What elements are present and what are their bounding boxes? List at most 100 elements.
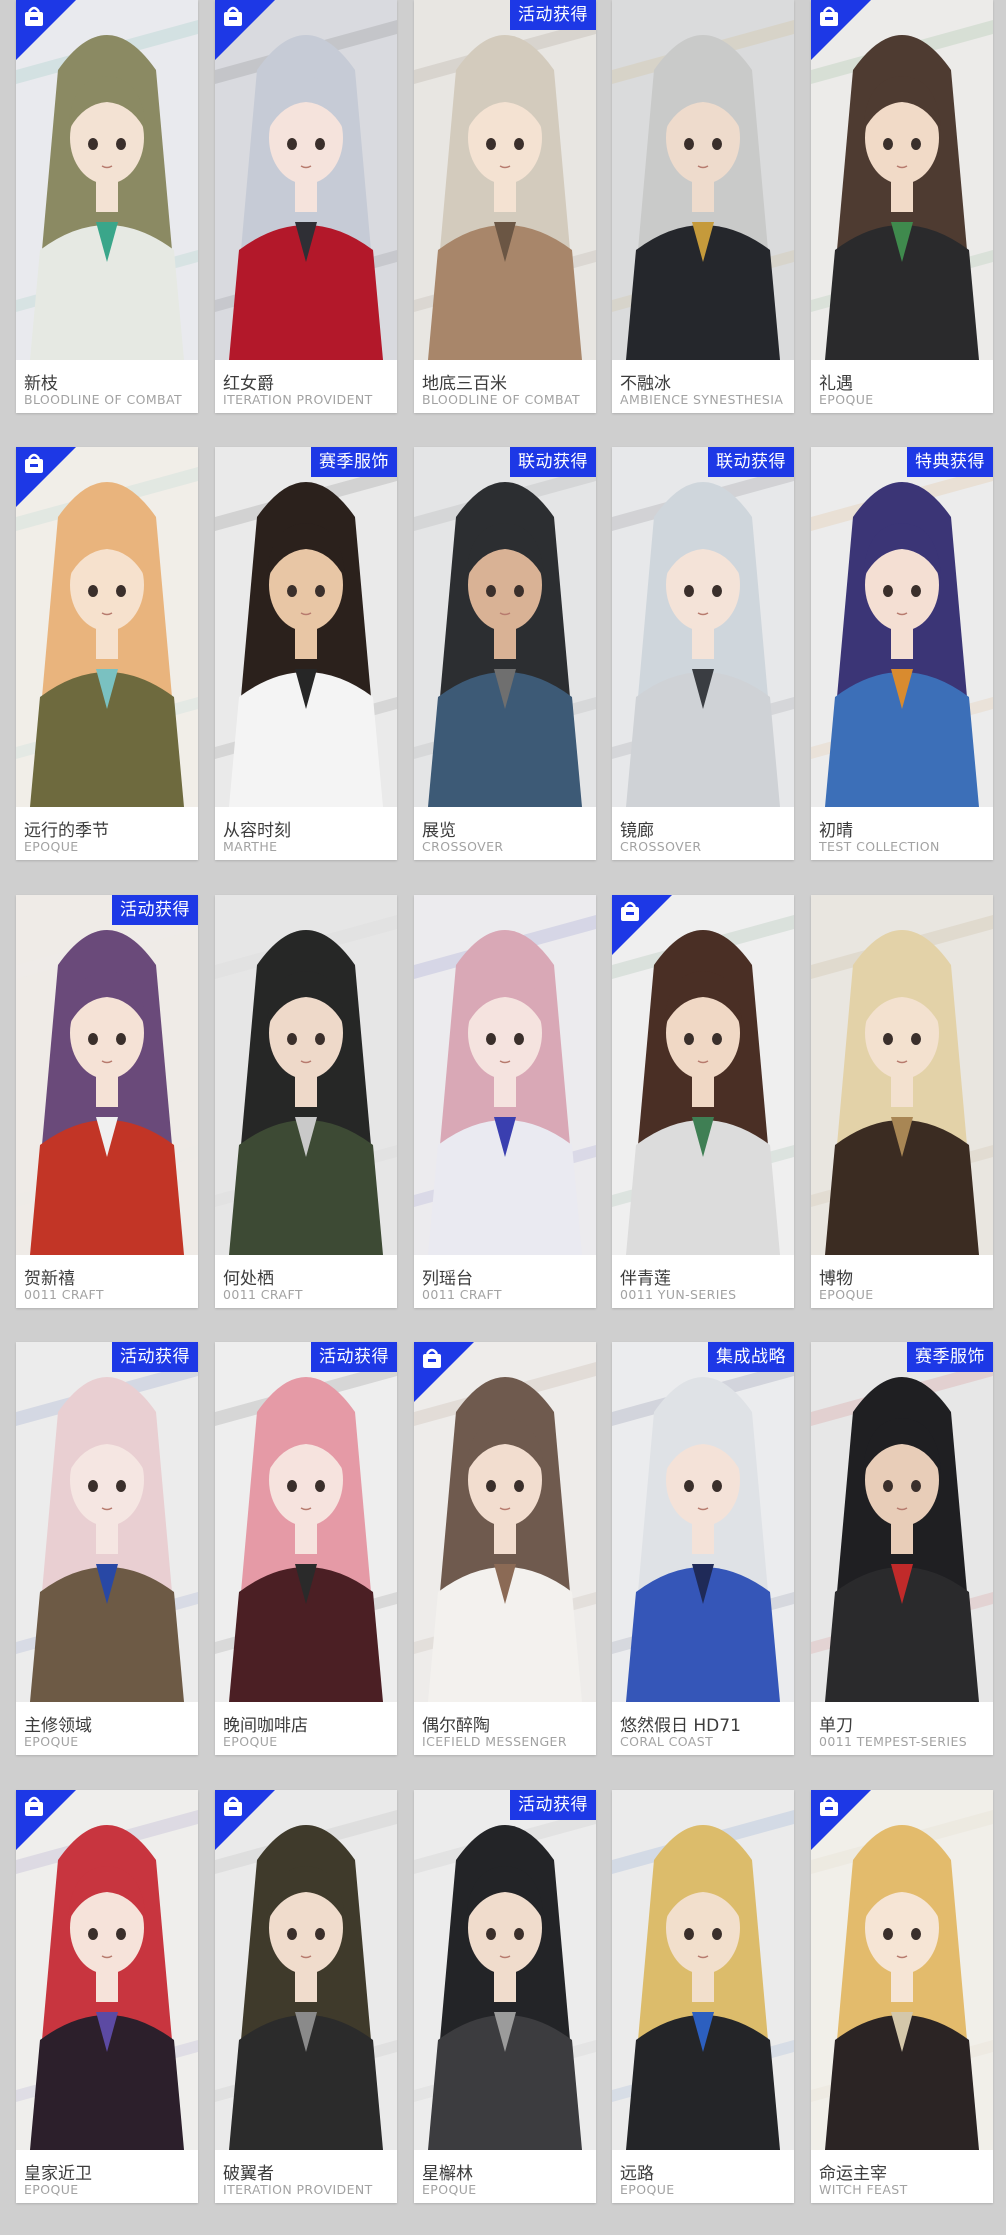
skin-card[interactable]: 联动获得 镜廊 CROSSOVER <box>612 447 794 860</box>
skin-art <box>811 1790 993 2150</box>
skin-series: EPOQUE <box>620 2182 675 2197</box>
skin-card[interactable]: 命运主宰 WITCH FEAST <box>811 1790 993 2203</box>
character-portrait <box>612 1342 794 1702</box>
shop-bag-icon <box>16 447 76 507</box>
skin-art: 赛季服饰 <box>811 1342 993 1702</box>
skin-name: 星檞林 <box>422 2164 473 2184</box>
skin-name: 伴青莲 <box>620 1269 671 1289</box>
skin-series: EPOQUE <box>819 392 874 407</box>
skin-name: 博物 <box>819 1269 853 1289</box>
skin-name: 远行的季节 <box>24 821 109 841</box>
skin-info: 礼遇 EPOQUE <box>811 360 993 413</box>
skin-series: EPOQUE <box>24 2182 79 2197</box>
skin-card[interactable]: 博物 EPOQUE <box>811 895 993 1308</box>
character-portrait <box>215 895 397 1255</box>
character-portrait <box>811 447 993 807</box>
skin-name: 初晴 <box>819 821 853 841</box>
skin-art <box>215 1790 397 2150</box>
shop-bag-icon <box>811 1790 871 1850</box>
skin-info: 远路 EPOQUE <box>612 2150 794 2203</box>
skin-card[interactable]: 特典获得 初晴 TEST COLLECTION <box>811 447 993 860</box>
skin-card[interactable]: 远路 EPOQUE <box>612 1790 794 2203</box>
skin-art <box>215 0 397 360</box>
skin-card[interactable]: 活动获得晚间咖啡店 EPOQUE <box>215 1342 397 1755</box>
character-portrait <box>414 1790 596 2150</box>
skin-name: 红女爵 <box>223 374 274 394</box>
skin-info: 主修领域 EPOQUE <box>16 1702 198 1755</box>
skin-series: EPOQUE <box>223 1734 278 1749</box>
source-badge: 活动获得 <box>112 1342 198 1372</box>
skin-art <box>16 0 198 360</box>
skin-art <box>612 0 794 360</box>
skin-series: 0011 CRAFT <box>422 1287 502 1302</box>
skin-card[interactable]: 联动获得 展览 CROSSOVER <box>414 447 596 860</box>
skin-card[interactable]: 不融冰 AMBIENCE SYNESTHESIA <box>612 0 794 413</box>
skin-name: 命运主宰 <box>819 2164 887 2184</box>
skin-name: 列瑶台 <box>422 1269 473 1289</box>
skin-info: 地底三百米 BLOODLINE OF COMBAT <box>414 360 596 413</box>
skin-info: 新枝 BLOODLINE OF COMBAT <box>16 360 198 413</box>
skin-info: 贺新禧 0011 CRAFT <box>16 1255 198 1308</box>
skin-card[interactable]: 远行的季节 EPOQUE <box>16 447 198 860</box>
skin-series: CORAL COAST <box>620 1734 714 1749</box>
skin-info: 展览 CROSSOVER <box>414 807 596 860</box>
source-badge: 活动获得 <box>311 1342 397 1372</box>
skin-series: 0011 YUN-SERIES <box>620 1287 737 1302</box>
skin-series: EPOQUE <box>422 2182 477 2197</box>
skin-info: 列瑶台 0011 CRAFT <box>414 1255 596 1308</box>
skin-card[interactable]: 赛季服饰 单刀 0011 TEMPEST-SERIES <box>811 1342 993 1755</box>
skin-series: ICEFIELD MESSENGER <box>422 1734 567 1749</box>
skin-name: 晚间咖啡店 <box>223 1716 308 1736</box>
skin-art <box>16 447 198 807</box>
skin-gallery-grid: 新枝 BLOODLINE OF COMBAT 红女爵 ITERATION PROVID… <box>0 0 1006 2235</box>
skin-series: EPOQUE <box>24 1734 79 1749</box>
skin-card[interactable]: 红女爵 ITERATION PROVIDENT <box>215 0 397 413</box>
skin-art <box>414 895 596 1255</box>
skin-card[interactable]: 集成战略悠然假日 HD71 CORAL COAST <box>612 1342 794 1755</box>
skin-card[interactable]: 活动获得主修领域 EPOQUE <box>16 1342 198 1755</box>
character-portrait <box>811 1342 993 1702</box>
skin-art: 活动获得 <box>414 0 596 360</box>
skin-card[interactable]: 活动获得 贺新禧 0011 CRAFT <box>16 895 198 1308</box>
skin-card[interactable]: 列瑶台 0011 CRAFT <box>414 895 596 1308</box>
skin-series: BLOODLINE OF COMBAT <box>422 392 581 407</box>
skin-name: 镜廊 <box>620 821 654 841</box>
skin-card[interactable]: 礼遇 EPOQUE <box>811 0 993 413</box>
source-badge: 集成战略 <box>708 1342 794 1372</box>
skin-art: 赛季服饰 <box>215 447 397 807</box>
shop-bag-icon <box>414 1342 474 1402</box>
skin-art: 活动获得 <box>16 1342 198 1702</box>
skin-name: 悠然假日 HD71 <box>620 1716 741 1736</box>
skin-series: 0011 CRAFT <box>223 1287 303 1302</box>
skin-card[interactable]: 赛季服饰 从容时刻 MARTHE <box>215 447 397 860</box>
skin-info: 星檞林 EPOQUE <box>414 2150 596 2203</box>
skin-card[interactable]: 破翼者 ITERATION PROVIDENT <box>215 1790 397 2203</box>
shop-bag-icon <box>16 1790 76 1850</box>
skin-series: ITERATION PROVIDENT <box>223 392 373 407</box>
skin-name: 不融冰 <box>620 374 671 394</box>
character-portrait <box>414 895 596 1255</box>
skin-name: 地底三百米 <box>422 374 507 394</box>
skin-art: 联动获得 <box>414 447 596 807</box>
shop-bag-icon <box>16 0 76 60</box>
skin-info: 不融冰 AMBIENCE SYNESTHESIA <box>612 360 794 413</box>
skin-card[interactable]: 新枝 BLOODLINE OF COMBAT <box>16 0 198 413</box>
skin-card[interactable]: 活动获得地底三百米 BLOODLINE OF COMBAT <box>414 0 596 413</box>
shop-bag-icon <box>612 895 672 955</box>
skin-info: 从容时刻 MARTHE <box>215 807 397 860</box>
skin-card[interactable]: 伴青莲 0011 YUN-SERIES <box>612 895 794 1308</box>
skin-info: 博物 EPOQUE <box>811 1255 993 1308</box>
skin-name: 偶尔醉陶 <box>422 1716 490 1736</box>
skin-art: 活动获得 <box>414 1790 596 2150</box>
skin-card[interactable]: 活动获得 星檞林 EPOQUE <box>414 1790 596 2203</box>
skin-art <box>612 1790 794 2150</box>
skin-name: 贺新禧 <box>24 1269 75 1289</box>
skin-card[interactable]: 皇家近卫 EPOQUE <box>16 1790 198 2203</box>
source-badge: 活动获得 <box>510 0 596 30</box>
skin-art <box>811 895 993 1255</box>
skin-series: 0011 TEMPEST-SERIES <box>819 1734 968 1749</box>
skin-card[interactable]: 偶尔醉陶 ICEFIELD MESSENGER <box>414 1342 596 1755</box>
skin-card[interactable]: 何处栖 0011 CRAFT <box>215 895 397 1308</box>
skin-name: 礼遇 <box>819 374 853 394</box>
character-portrait <box>215 1342 397 1702</box>
